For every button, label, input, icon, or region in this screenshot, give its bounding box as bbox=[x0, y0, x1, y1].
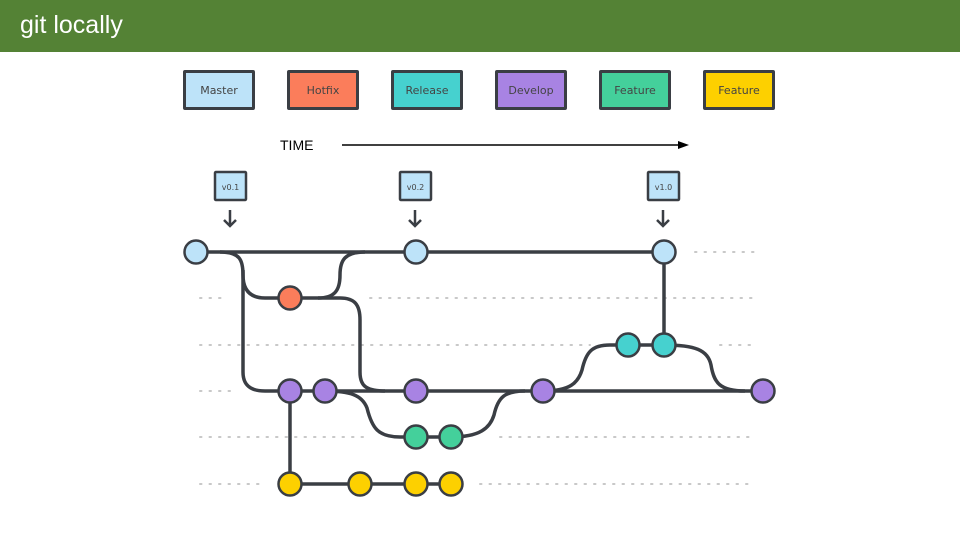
commit-develop bbox=[750, 378, 776, 404]
commit-master bbox=[183, 239, 209, 265]
commit-develop bbox=[312, 378, 338, 404]
arrow-down-icon bbox=[656, 210, 670, 228]
commit-feature-yellow bbox=[403, 471, 429, 497]
commit-feature-green bbox=[403, 424, 429, 450]
commit-feature-green bbox=[438, 424, 464, 450]
commit-feature-yellow bbox=[347, 471, 373, 497]
commit-release bbox=[651, 332, 677, 358]
commit-hotfix bbox=[277, 285, 303, 311]
commit-feature-yellow bbox=[438, 471, 464, 497]
tag-v1-0: v1.0 bbox=[646, 170, 681, 228]
arrow-down-icon bbox=[408, 210, 422, 228]
hotfix-merge-master bbox=[317, 250, 366, 300]
release-merge-develop bbox=[663, 343, 746, 393]
feature-green-merge bbox=[450, 389, 526, 439]
arrow-down-icon bbox=[223, 210, 237, 228]
commit-feature-yellow bbox=[277, 471, 303, 497]
commit-develop bbox=[403, 378, 429, 404]
tag-v0-2: v0.2 bbox=[398, 170, 433, 228]
release-branch bbox=[542, 343, 664, 393]
commit-master bbox=[403, 239, 429, 265]
tag-label: v0.2 bbox=[407, 183, 424, 192]
commit-release bbox=[615, 332, 641, 358]
time-arrow-head-icon bbox=[678, 141, 689, 149]
tag-v0-1: v0.1 bbox=[213, 170, 248, 228]
branch-lines bbox=[196, 250, 763, 486]
commit-develop bbox=[277, 378, 303, 404]
tag-label: v0.1 bbox=[222, 183, 239, 192]
commit-master bbox=[651, 239, 677, 265]
commit-develop bbox=[530, 378, 556, 404]
tag-label: v1.0 bbox=[655, 183, 672, 192]
git-flow-diagram: v0.1 v0.2 v1.0 bbox=[183, 141, 776, 497]
commits bbox=[183, 239, 776, 497]
feature-green-branch bbox=[324, 389, 451, 439]
lane-dots bbox=[199, 251, 756, 485]
